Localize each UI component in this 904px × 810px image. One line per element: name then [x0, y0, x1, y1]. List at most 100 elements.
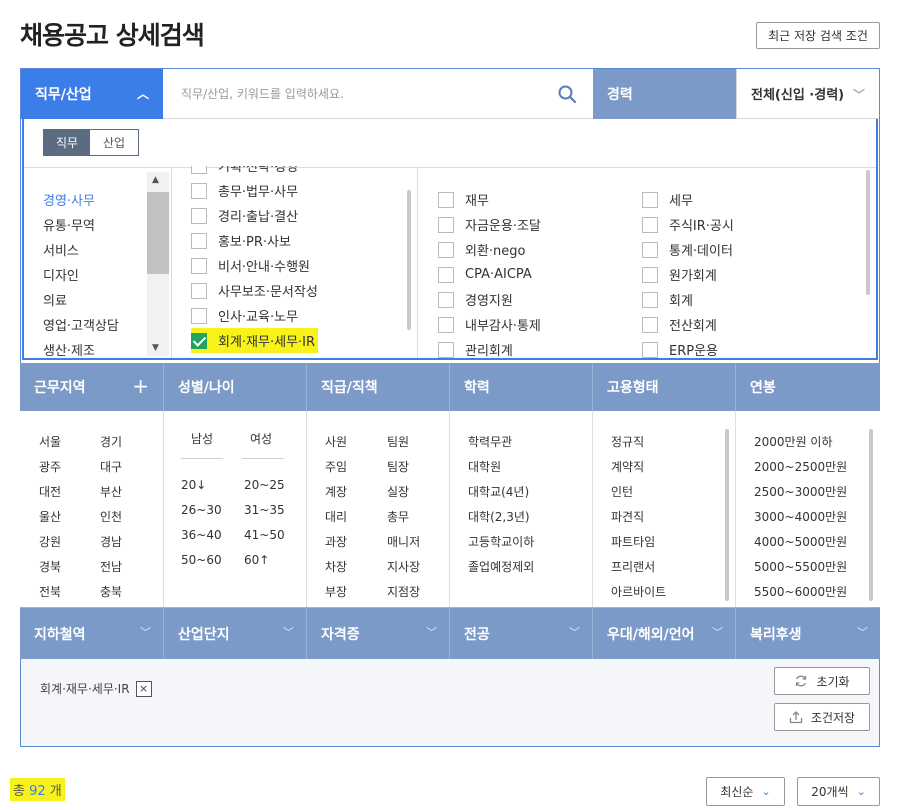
category-item[interactable]: 서비스 [43, 237, 119, 262]
checkbox[interactable] [642, 316, 658, 333]
age-option[interactable]: 36~40 [181, 528, 222, 542]
checkbox-checked[interactable] [191, 332, 207, 349]
salary-option[interactable]: 2000~2500만원 [754, 458, 847, 475]
region-option[interactable]: 전북 [39, 583, 61, 600]
region-option[interactable]: 대구 [100, 458, 122, 475]
detail-item[interactable]: 세무 [642, 187, 734, 212]
employment-option[interactable]: 파트타임 [611, 533, 655, 550]
subcategory-item[interactable]: 사무보조·문서작성 [191, 278, 318, 303]
detail-item[interactable]: 자금운용·조달 [438, 212, 541, 237]
gender-female[interactable]: 여성 [250, 430, 272, 447]
employment-option[interactable]: 아르바이트 [611, 583, 666, 600]
detail-item[interactable]: 재무 [438, 187, 541, 212]
region-option[interactable]: 강원 [39, 533, 61, 550]
checkbox[interactable] [438, 216, 454, 233]
filter-major[interactable]: 전공 ﹀ [450, 608, 593, 659]
region-option[interactable]: 경남 [100, 533, 122, 550]
checkbox[interactable] [191, 232, 207, 249]
age-option[interactable]: 20~25 [244, 478, 285, 492]
employment-option[interactable]: 정규직 [611, 433, 644, 450]
filter-industrial-complex[interactable]: 산업단지 ﹀ [164, 608, 307, 659]
checkbox[interactable] [642, 291, 658, 308]
scrollbar-thumb[interactable] [147, 192, 169, 274]
detail-item[interactable]: 경영지원 [438, 287, 541, 312]
subcategory-item-selected[interactable]: 회계·재무·세무·IR [191, 328, 318, 353]
category-item[interactable]: 의료 [43, 287, 119, 312]
subcategory-item[interactable]: 총무·법무·사무 [191, 178, 318, 203]
detail-scrollbar[interactable] [866, 170, 870, 295]
region-option[interactable]: 부산 [100, 483, 122, 500]
employment-option[interactable]: 파견직 [611, 508, 644, 525]
filter-salary[interactable]: 연봉 [736, 363, 880, 411]
search-icon[interactable] [557, 84, 577, 104]
category-item[interactable]: 디자인 [43, 262, 119, 287]
gender-male[interactable]: 남성 [191, 430, 213, 447]
checkbox[interactable] [191, 307, 207, 324]
keyword-search-input[interactable] [181, 84, 541, 104]
detail-item[interactable]: 전산회계 [642, 312, 734, 337]
salary-option[interactable]: 5500~6000만원 [754, 583, 847, 600]
position-option[interactable]: 차장 [325, 558, 347, 575]
toggle-industry[interactable]: 산업 [90, 130, 138, 155]
region-option[interactable]: 충북 [100, 583, 122, 600]
checkbox[interactable] [438, 266, 454, 283]
region-option[interactable]: 광주 [39, 458, 61, 475]
scroll-down-icon[interactable]: ▼ [152, 343, 159, 353]
detail-item[interactable]: 회계 [642, 287, 734, 312]
salary-option[interactable]: 3000~4000만원 [754, 508, 847, 525]
per-page-select[interactable]: 20개씩 ⌄ [797, 777, 880, 806]
checkbox[interactable] [642, 216, 658, 233]
education-option[interactable]: 대학원 [468, 458, 501, 475]
position-option[interactable]: 사원 [325, 433, 347, 450]
recent-saved-search-button[interactable]: 최근 저장 검색 조건 [756, 22, 880, 49]
position-option[interactable]: 과장 [325, 533, 347, 550]
position-option[interactable]: 매니저 [387, 533, 420, 550]
salary-option[interactable]: 2500~3000만원 [754, 483, 847, 500]
region-option[interactable]: 경기 [100, 433, 122, 450]
region-option[interactable]: 울산 [39, 508, 61, 525]
scroll-up-icon[interactable]: ▲ [152, 175, 159, 185]
category-item[interactable]: 경영·사무 [43, 187, 119, 212]
filter-education[interactable]: 학력 [450, 363, 593, 411]
subcategory-item[interactable]: 인사·교육·노무 [191, 303, 318, 328]
position-option[interactable]: 팀장 [387, 458, 409, 475]
plus-icon[interactable]: + [132, 374, 149, 398]
career-select[interactable]: 전체(신입 ·경력) ﹀ [736, 69, 879, 119]
toggle-job[interactable]: 직무 [44, 130, 90, 155]
checkbox[interactable] [438, 341, 454, 358]
checkbox[interactable] [642, 266, 658, 283]
age-option[interactable]: 41~50 [244, 528, 285, 542]
checkbox[interactable] [438, 241, 454, 258]
age-option[interactable]: 26~30 [181, 503, 222, 517]
category-scrollbar[interactable]: ▲ ▼ [147, 172, 169, 356]
position-option[interactable]: 지점장 [387, 583, 420, 600]
region-option[interactable]: 대전 [39, 483, 61, 500]
filter-gender-age[interactable]: 성별/나이 [164, 363, 307, 411]
position-option[interactable]: 총무 [387, 508, 409, 525]
education-option[interactable]: 대학(2,3년) [468, 508, 530, 525]
position-option[interactable]: 주임 [325, 458, 347, 475]
checkbox[interactable] [438, 291, 454, 308]
subcategory-item[interactable]: 비서·안내·수행원 [191, 253, 318, 278]
salary-option[interactable]: 5000~5500만원 [754, 558, 847, 575]
region-option[interactable]: 경북 [39, 558, 61, 575]
filter-subway[interactable]: 지하철역 ﹀ [20, 608, 164, 659]
detail-item[interactable]: 원가회계 [642, 262, 734, 287]
checkbox[interactable] [642, 341, 658, 358]
detail-item[interactable]: ERP운용 [642, 337, 734, 362]
detail-item[interactable]: CPA·AICPA [438, 262, 541, 287]
subcategory-scrollbar[interactable] [407, 190, 411, 330]
filter-preference[interactable]: 우대/해외/언어 ﹀ [593, 608, 736, 659]
reset-button[interactable]: 초기화 [774, 667, 870, 695]
position-option[interactable]: 지사장 [387, 558, 420, 575]
employment-option[interactable]: 계약직 [611, 458, 644, 475]
position-option[interactable]: 부장 [325, 583, 347, 600]
salary-option[interactable]: 4000~5000만원 [754, 533, 847, 550]
detail-item[interactable]: 주식IR·공시 [642, 212, 734, 237]
filter-certificate[interactable]: 자격증 ﹀ [307, 608, 450, 659]
education-option[interactable]: 고등학교이하 [468, 533, 534, 550]
salary-scrollbar[interactable] [869, 429, 873, 601]
checkbox[interactable] [642, 191, 658, 208]
education-option[interactable]: 졸업예정제외 [468, 558, 534, 575]
checkbox[interactable] [191, 166, 207, 174]
